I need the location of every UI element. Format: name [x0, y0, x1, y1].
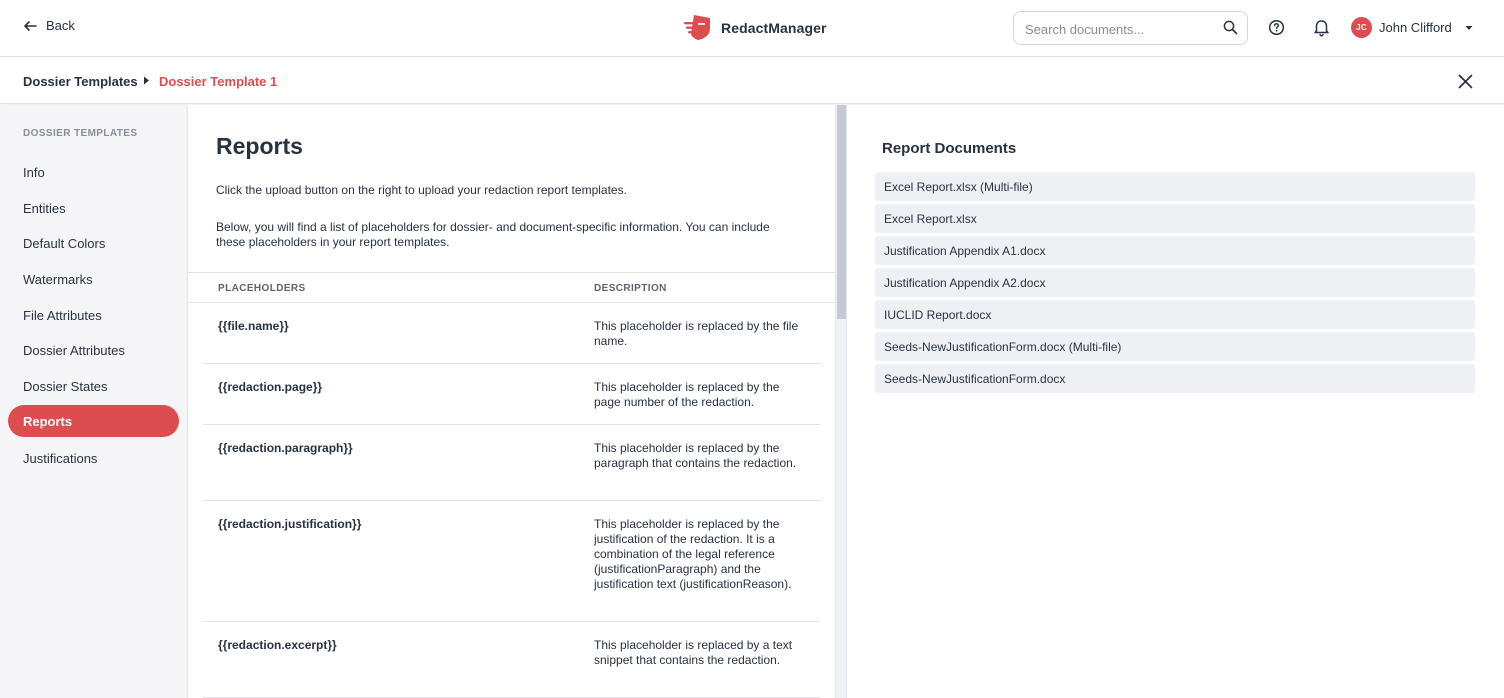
logo-icon: [684, 15, 710, 40]
sidebar-heading: DOSSIER TEMPLATES: [23, 128, 138, 139]
placeholder-description: This placeholder is replaced by the just…: [594, 517, 792, 591]
placeholder-description: This placeholder is replaced by the page…: [594, 380, 780, 409]
placeholder-description: This placeholder is replaced by a text s…: [594, 638, 793, 667]
avatar: JC: [1351, 17, 1372, 38]
scrollbar-thumb[interactable]: [837, 105, 846, 319]
table-header: PLACEHOLDERS DESCRIPTION: [188, 272, 835, 303]
user-menu[interactable]: JC John Clifford: [1351, 17, 1474, 38]
column-header-description: DESCRIPTION: [594, 283, 667, 294]
placeholder-name: {{file.name}}: [218, 319, 289, 333]
user-name: John Clifford: [1379, 20, 1452, 35]
placeholder-name: {{redaction.paragraph}}: [218, 441, 353, 455]
search-icon[interactable]: [1223, 20, 1238, 35]
placeholder-description: This placeholder is replaced by the para…: [594, 441, 797, 470]
placeholder-name: {{redaction.page}}: [218, 380, 323, 394]
sidebar-item-entities[interactable]: Entities: [8, 192, 179, 224]
help-icon[interactable]: [1268, 19, 1285, 36]
report-documents-panel: Report Documents Excel Report.xlsx (Mult…: [847, 105, 1504, 698]
column-header-placeholders: PLACEHOLDERS: [218, 283, 306, 294]
report-document-item[interactable]: Excel Report.xlsx (Multi-file): [875, 172, 1475, 201]
breadcrumb: Dossier Templates Dossier Template 1: [0, 57, 1504, 104]
brand-name: RedactManager: [721, 19, 827, 36]
table-row: {{redaction.page}} This placeholder is r…: [203, 364, 820, 425]
table-row: {{redaction.excerpt}} This placeholder i…: [203, 622, 820, 698]
sidebar-item-watermarks[interactable]: Watermarks: [8, 263, 179, 295]
placeholder-instructions: Below, you will find a list of placehold…: [216, 220, 770, 249]
caret-down-icon: [1465, 25, 1473, 30]
close-icon[interactable]: [1458, 74, 1473, 89]
report-document-item[interactable]: Justification Appendix A2.docx: [875, 268, 1475, 297]
scrollbar[interactable]: [835, 105, 847, 698]
back-label: Back: [46, 18, 75, 33]
table-row: {{file.name}} This placeholder is replac…: [203, 303, 820, 364]
table-row: {{redaction.justification}} This placeho…: [203, 501, 820, 622]
placeholder-description: This placeholder is replaced by the file…: [594, 319, 799, 348]
top-bar: Back RedactManager JC John Clifford: [0, 0, 1504, 57]
caret-right-icon: [144, 76, 149, 85]
sidebar-item-dossier-attributes[interactable]: Dossier Attributes: [8, 334, 179, 366]
arrow-left-icon: [24, 20, 37, 31]
bell-icon[interactable]: [1313, 18, 1330, 37]
reports-panel: Reports Click the upload button on the r…: [188, 105, 835, 698]
page-title: Reports: [216, 133, 303, 159]
placeholder-name: {{redaction.excerpt}}: [218, 638, 337, 652]
placeholder-name: {{redaction.justification}}: [218, 517, 362, 531]
report-document-item[interactable]: Excel Report.xlsx: [875, 204, 1475, 233]
sidebar-item-info[interactable]: Info: [8, 156, 179, 188]
search-box[interactable]: [1013, 11, 1248, 45]
report-documents-title: Report Documents: [882, 140, 1017, 157]
table-row: {{redaction.paragraph}} This placeholder…: [203, 425, 820, 501]
sidebar: DOSSIER TEMPLATES Info Entities Default …: [0, 105, 188, 698]
sidebar-item-dossier-states[interactable]: Dossier States: [8, 370, 179, 402]
back-button[interactable]: Back: [23, 18, 75, 33]
sidebar-item-justifications[interactable]: Justifications: [8, 442, 179, 474]
report-document-item[interactable]: Seeds-NewJustificationForm.docx: [875, 364, 1475, 393]
breadcrumb-current-template[interactable]: Dossier Template 1: [159, 74, 277, 89]
brand[interactable]: RedactManager: [684, 14, 827, 41]
breadcrumb-dossier-templates[interactable]: Dossier Templates: [23, 74, 138, 89]
report-document-item[interactable]: IUCLID Report.docx: [875, 300, 1475, 329]
sidebar-item-default-colors[interactable]: Default Colors: [8, 227, 179, 259]
upload-instructions: Click the upload button on the right to …: [216, 183, 627, 197]
sidebar-item-reports[interactable]: Reports: [8, 405, 179, 437]
report-document-item[interactable]: Justification Appendix A1.docx: [875, 236, 1475, 265]
report-document-item[interactable]: Seeds-NewJustificationForm.docx (Multi-f…: [875, 332, 1475, 361]
search-input[interactable]: [1025, 20, 1215, 38]
sidebar-item-file-attributes[interactable]: File Attributes: [8, 299, 179, 331]
